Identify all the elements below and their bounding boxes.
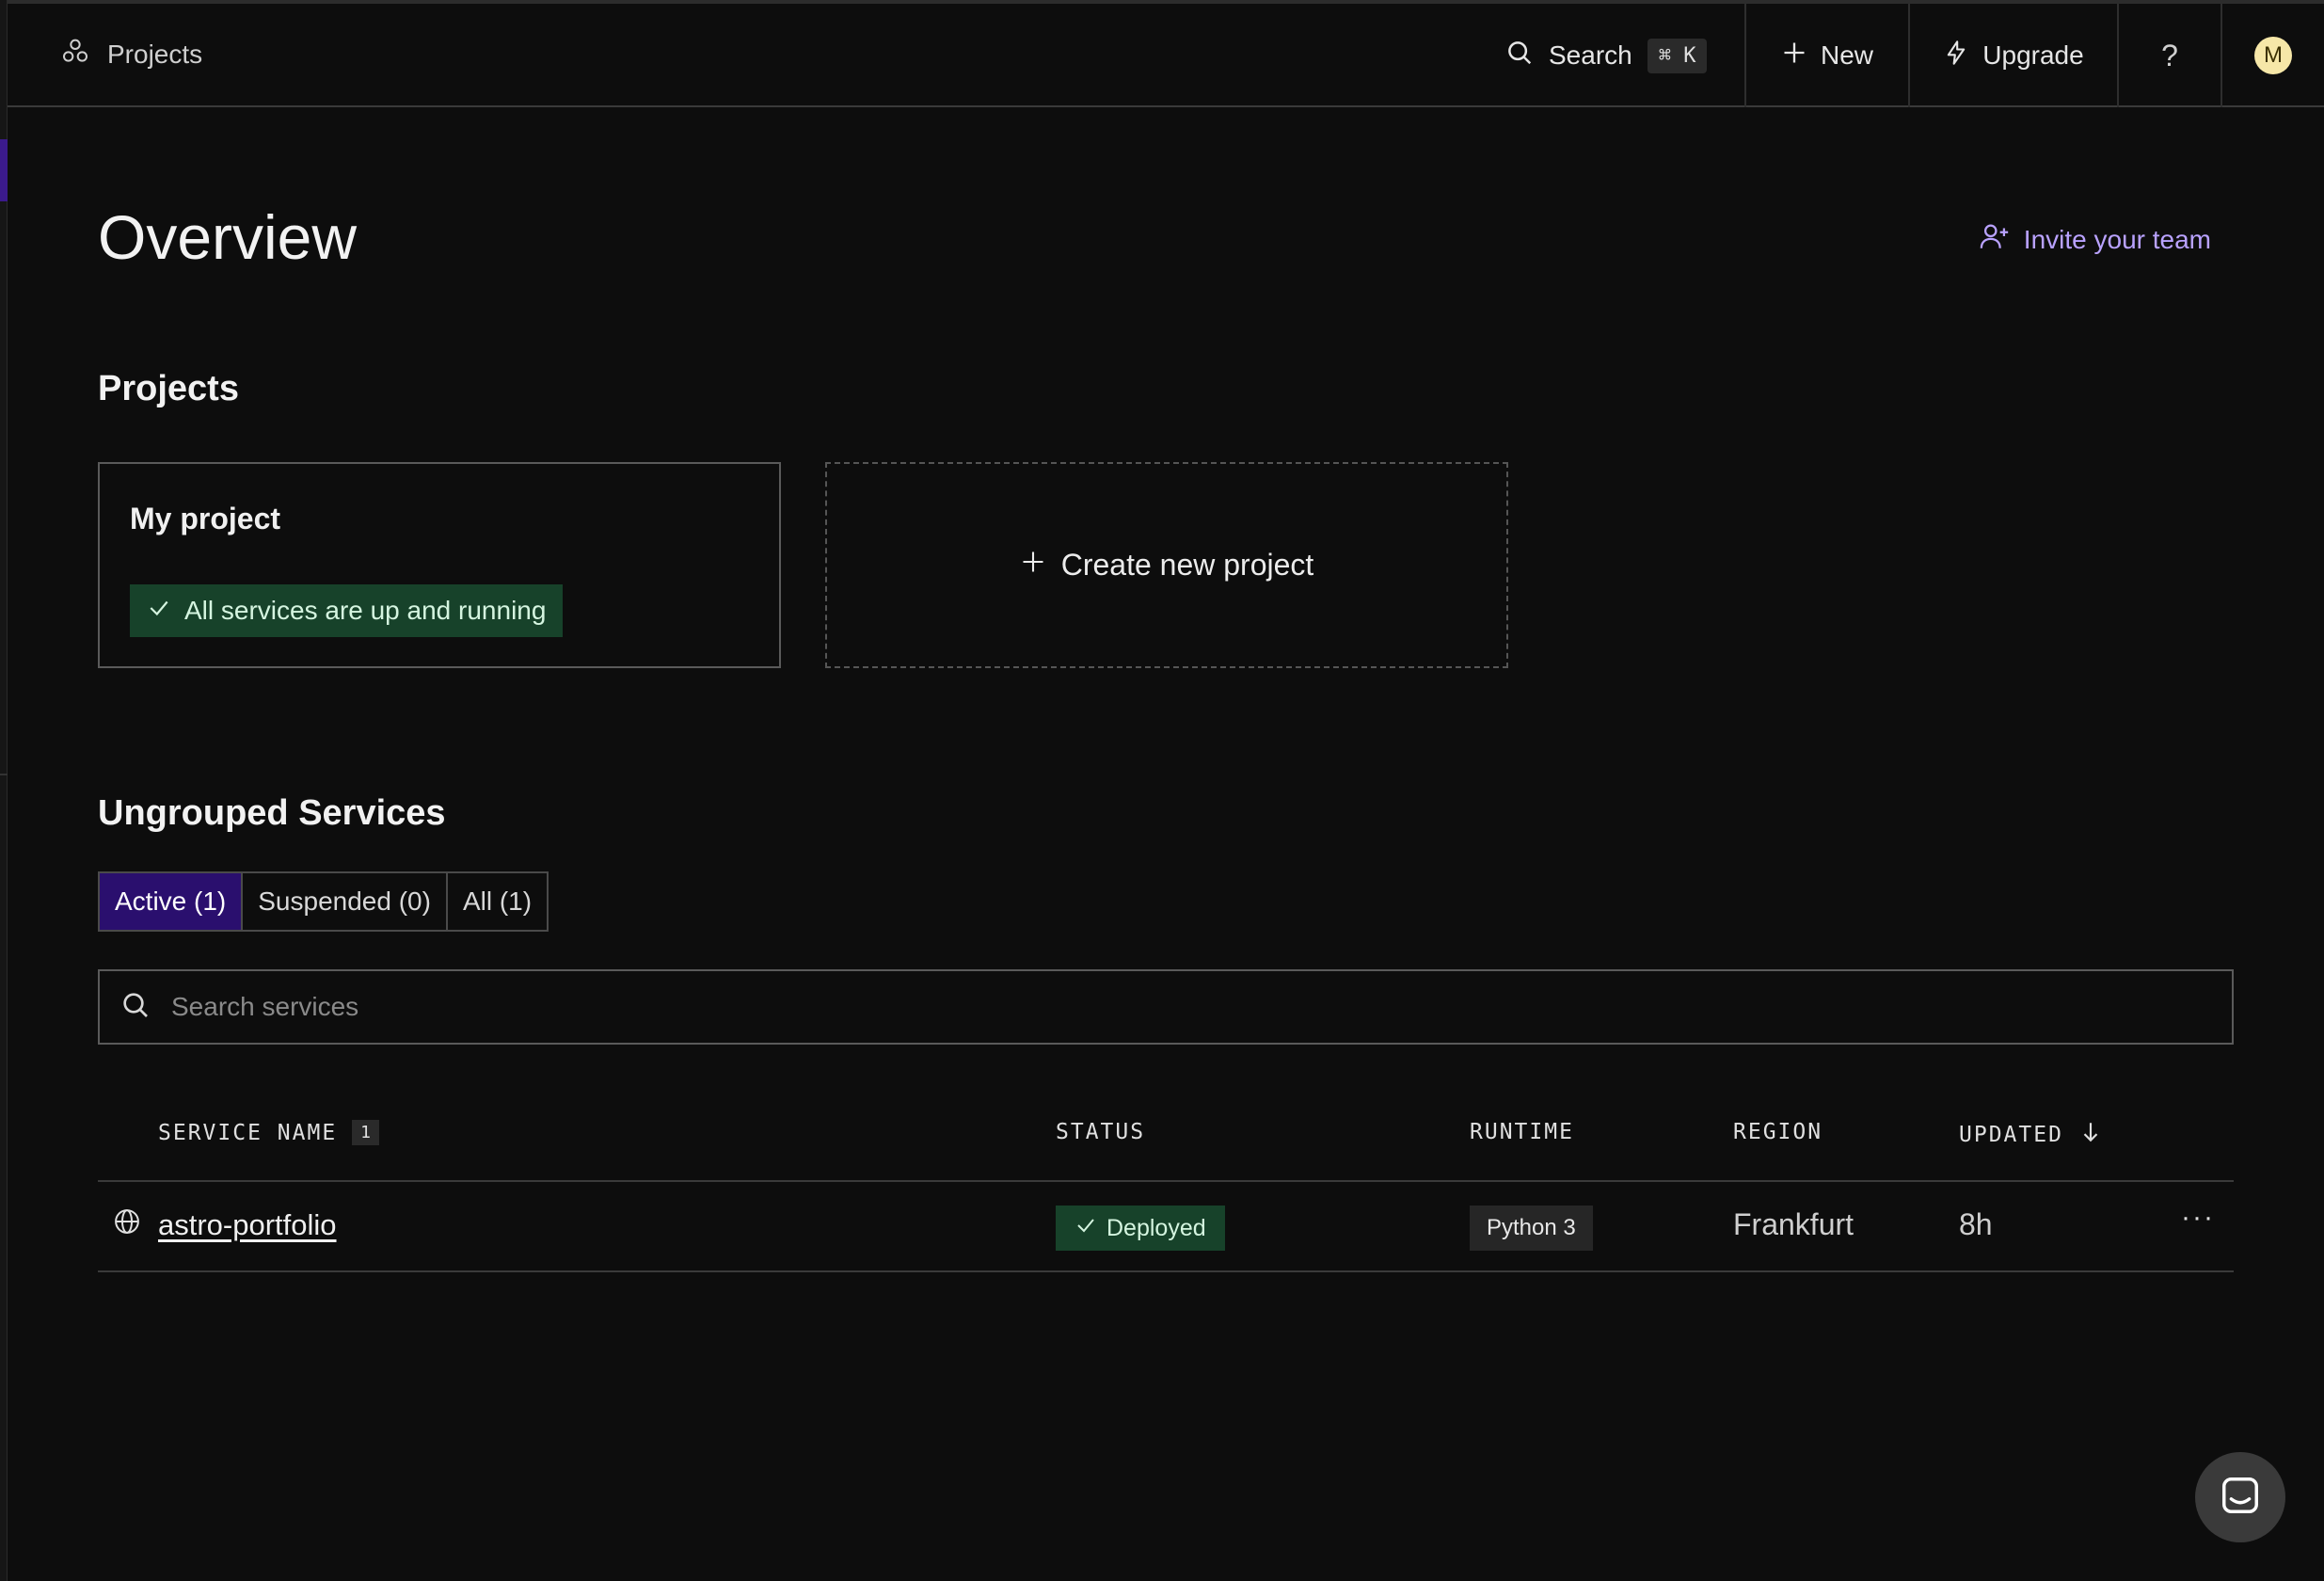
avatar: M — [2254, 37, 2292, 74]
search-label: Search — [1549, 40, 1632, 70]
search-shortcut-kbd: ⌘ K — [1647, 38, 1708, 73]
page-title: Overview — [98, 202, 358, 272]
services-heading: Ungrouped Services — [98, 793, 446, 833]
table-header-divider — [98, 1180, 2234, 1182]
tab-all[interactable]: All (1) — [448, 873, 547, 930]
plus-icon — [1020, 548, 1046, 583]
service-search-box — [98, 969, 2234, 1045]
runtime-badge: Python 3 — [1470, 1206, 1593, 1251]
help-icon: ? — [2161, 38, 2178, 72]
invite-team-link[interactable]: Invite your team — [1979, 220, 2211, 259]
chat-support-button[interactable] — [2195, 1452, 2285, 1542]
check-icon — [147, 596, 171, 627]
arrow-down-icon — [2078, 1120, 2103, 1150]
add-user-icon — [1979, 220, 2011, 259]
globe-icon — [113, 1207, 141, 1243]
project-status-text: All services are up and running — [184, 596, 547, 625]
upgrade-label: Upgrade — [1982, 40, 2084, 70]
projects-heading: Projects — [98, 369, 239, 408]
plus-icon — [1781, 40, 1807, 72]
more-options-icon[interactable]: ··· — [2181, 1202, 2215, 1234]
breadcrumb-label: Projects — [107, 39, 203, 69]
project-status-badge: All services are up and running — [130, 584, 564, 637]
new-label: New — [1820, 40, 1873, 70]
project-card-title: My project — [130, 502, 281, 535]
help-button[interactable]: ? — [2117, 4, 2221, 107]
column-header-region[interactable]: REGION — [1733, 1120, 1823, 1144]
column-header-status[interactable]: STATUS — [1056, 1120, 1145, 1144]
global-search-button[interactable]: Search ⌘ K — [1505, 4, 1708, 107]
account-menu-button[interactable]: M — [2221, 4, 2324, 107]
service-name-cell: astro-portfolio — [113, 1207, 337, 1243]
tab-active[interactable]: Active (1) — [100, 873, 244, 930]
tab-suspended[interactable]: Suspended (0) — [243, 873, 448, 930]
service-link[interactable]: astro-portfolio — [158, 1208, 337, 1242]
check-icon — [1074, 1214, 1097, 1243]
column-header-updated[interactable]: UPDATED — [1959, 1120, 2103, 1150]
column-header-label: SERVICE NAME — [158, 1120, 338, 1145]
column-header-service-name[interactable]: SERVICE NAME 1 — [158, 1120, 380, 1145]
service-count-badge: 1 — [352, 1120, 380, 1145]
service-filter-tabs: Active (1) Suspended (0) All (1) — [98, 871, 549, 932]
table-row[interactable]: astro-portfolio Deployed Python 3 Frankf… — [98, 1183, 2234, 1271]
breadcrumb[interactable]: Projects — [60, 36, 202, 72]
lightning-icon — [1943, 40, 1969, 72]
invite-team-label: Invite your team — [2023, 224, 2211, 254]
status-text: Deployed — [1106, 1214, 1206, 1241]
left-rail — [0, 0, 8, 1581]
top-bar: Projects Search ⌘ K New Upgrade ? M — [8, 0, 2324, 107]
updated-cell: 8h — [1959, 1207, 1993, 1241]
service-search-input[interactable] — [169, 991, 2051, 1023]
search-icon — [120, 990, 151, 1025]
create-project-label: Create new project — [1060, 548, 1314, 582]
create-project-button[interactable]: Create new project — [825, 462, 1508, 668]
status-badge: Deployed — [1056, 1206, 1225, 1251]
new-button[interactable]: New — [1744, 4, 1908, 107]
column-header-label: UPDATED — [1959, 1123, 2063, 1147]
search-icon — [1505, 39, 1534, 73]
left-rail-divider — [0, 774, 8, 775]
projects-icon — [60, 36, 90, 72]
chat-icon — [2219, 1474, 2262, 1522]
project-card[interactable]: My project All services are up and runni… — [98, 462, 781, 668]
table-row-divider — [98, 1270, 2234, 1272]
region-cell: Frankfurt — [1733, 1207, 1854, 1241]
upgrade-button[interactable]: Upgrade — [1908, 4, 2117, 107]
left-rail-active-indicator — [0, 139, 8, 201]
column-header-runtime[interactable]: RUNTIME — [1470, 1120, 1574, 1144]
